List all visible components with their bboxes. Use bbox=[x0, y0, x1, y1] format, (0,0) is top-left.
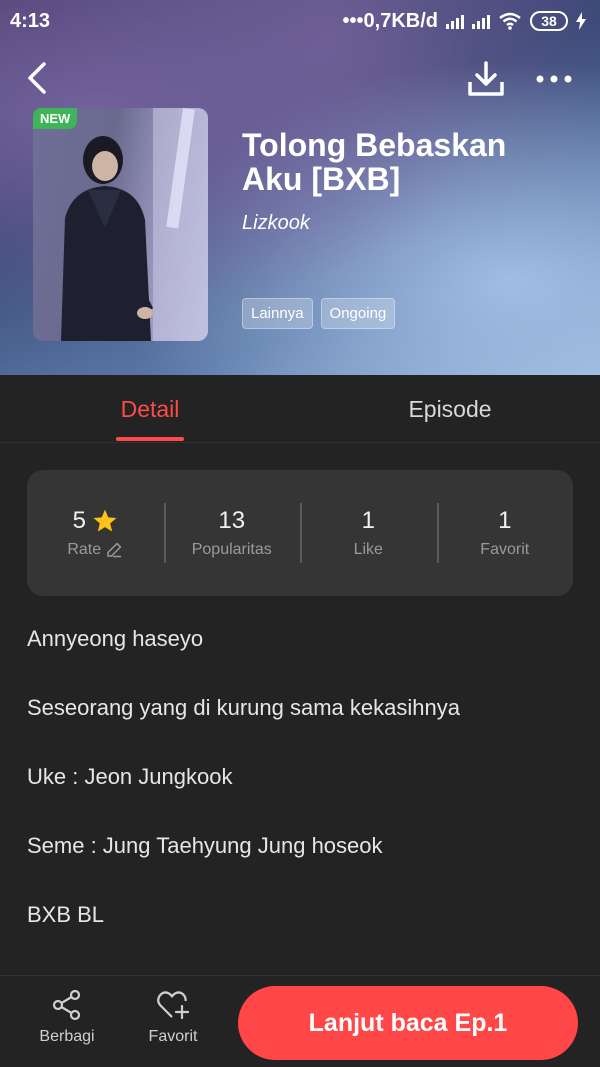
bottom-action-bar: Berbagi Favorit Lanjut baca Ep.1 bbox=[0, 975, 600, 1067]
new-badge: NEW bbox=[33, 108, 78, 129]
synopsis-line: BXB BL bbox=[27, 902, 105, 927]
share-icon bbox=[52, 989, 81, 1021]
stat-like: 1 Like bbox=[300, 503, 437, 563]
tag-genre[interactable]: Lainnya bbox=[242, 298, 313, 329]
back-icon[interactable] bbox=[22, 58, 54, 98]
more-options-icon[interactable] bbox=[534, 66, 574, 92]
book-title: Tolong Bebaskan Aku [BXB] bbox=[242, 127, 507, 197]
like-label: Like bbox=[353, 541, 383, 558]
synopsis: Annyeong haseyo Seseorang yang di kurung… bbox=[27, 620, 573, 965]
favorite-label: Favorit bbox=[480, 541, 530, 558]
status-time: 4:13 bbox=[10, 9, 51, 32]
star-icon bbox=[93, 509, 117, 532]
book-cover[interactable] bbox=[33, 108, 208, 341]
edit-pencil-icon[interactable] bbox=[105, 541, 123, 559]
status-bar: 4:13 •••0,7KB/d 38 bbox=[0, 0, 600, 42]
stats-card: 5 Rate 13 Popularitas 1 Like 1 Favorit bbox=[27, 470, 573, 596]
tab-episode[interactable]: Episode bbox=[300, 375, 600, 443]
active-tab-indicator bbox=[116, 437, 184, 441]
popularity-label: Popularitas bbox=[191, 541, 272, 558]
popularity-value: 13 bbox=[218, 507, 246, 534]
synopsis-line: Seme : Jung Taehyung Jung hoseok bbox=[27, 833, 383, 858]
rate-value: 5 bbox=[72, 507, 86, 534]
like-value: 1 bbox=[361, 507, 375, 534]
synopsis-line: Seseorang yang di kurung sama kekasihnya bbox=[27, 695, 460, 720]
network-speed-readout: •••0,7KB/d bbox=[342, 9, 438, 32]
rate-label: Rate bbox=[67, 541, 102, 558]
synopsis-line: Uke : Jeon Jungkook bbox=[27, 764, 233, 789]
favorite-value: 1 bbox=[498, 507, 512, 534]
book-header: 4:13 •••0,7KB/d 38 NEW Tolong Bebaskan A… bbox=[0, 0, 600, 375]
tag-status: Ongoing bbox=[320, 298, 396, 329]
battery-icon: 38 bbox=[530, 11, 568, 31]
tab-bar: Detail Episode bbox=[0, 375, 600, 443]
stat-favorite: 1 Favorit bbox=[436, 503, 574, 563]
signal-icon bbox=[472, 13, 490, 29]
favorite-label: Favorit bbox=[148, 1028, 198, 1045]
download-icon[interactable] bbox=[466, 60, 506, 98]
synopsis-line: Annyeong haseyo bbox=[27, 626, 204, 651]
wifi-icon bbox=[499, 12, 521, 30]
stat-popularity: 13 Popularitas bbox=[163, 503, 301, 563]
status-indicators: •••0,7KB/d 38 bbox=[343, 10, 586, 33]
continue-reading-button[interactable]: Lanjut baca Ep.1 bbox=[238, 986, 578, 1060]
favorite-button[interactable]: Favorit bbox=[133, 988, 213, 1046]
stat-rate[interactable]: 5 Rate bbox=[27, 503, 164, 563]
charging-icon bbox=[576, 12, 586, 30]
heart-plus-icon bbox=[157, 991, 190, 1020]
tab-detail[interactable]: Detail bbox=[0, 375, 300, 443]
tag-list: Lainnya Ongoing bbox=[242, 298, 396, 329]
share-label: Berbagi bbox=[39, 1028, 95, 1045]
share-button[interactable]: Berbagi bbox=[27, 988, 107, 1046]
signal-icon bbox=[446, 13, 464, 29]
cover-artwork bbox=[61, 108, 208, 341]
book-author[interactable]: Lizkook bbox=[242, 212, 310, 235]
